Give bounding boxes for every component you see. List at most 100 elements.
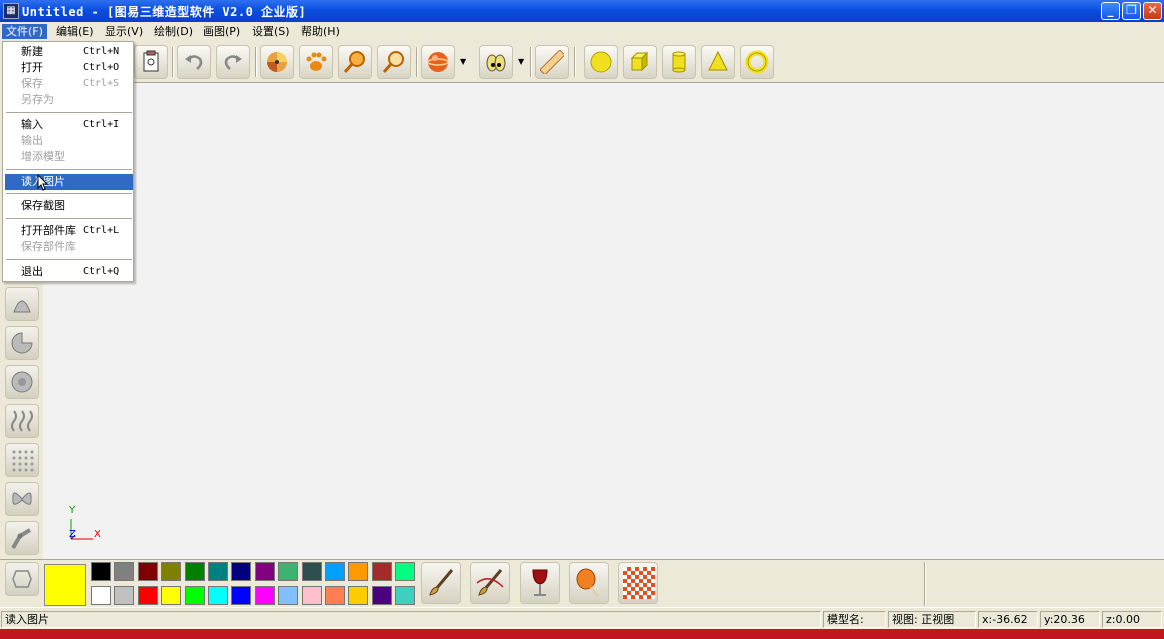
file-menu-item-label: 另存为 bbox=[21, 93, 54, 106]
color-swatch[interactable] bbox=[114, 586, 135, 605]
spring-tool-button[interactable] bbox=[5, 404, 39, 438]
file-menu-item-shortcut: Ctrl+Q bbox=[83, 266, 120, 277]
spring-icon bbox=[11, 410, 33, 432]
drumstick-icon bbox=[576, 568, 600, 598]
minimize-button[interactable]: _ bbox=[1101, 2, 1120, 20]
toolbar-separator bbox=[530, 47, 532, 77]
lasso-tool-button[interactable] bbox=[5, 562, 39, 596]
sphere-icon bbox=[590, 51, 612, 73]
file-menu-item[interactable]: 输入 Ctrl+I bbox=[5, 117, 133, 133]
zoom-in-icon bbox=[343, 51, 365, 73]
color-swatch[interactable] bbox=[114, 562, 135, 581]
view-button[interactable] bbox=[479, 45, 513, 79]
color-swatch[interactable] bbox=[254, 562, 275, 581]
sphere-button[interactable] bbox=[584, 45, 618, 79]
pie-tool-button[interactable] bbox=[5, 326, 39, 360]
color-swatch[interactable] bbox=[91, 586, 111, 605]
menu-file[interactable]: 文件(F) bbox=[2, 24, 47, 39]
file-menu-item[interactable]: 打开部件库 Ctrl+L bbox=[5, 223, 133, 239]
file-menu-item-shortcut: Ctrl+N bbox=[83, 46, 120, 57]
ruler-button[interactable] bbox=[535, 45, 569, 79]
texture-button[interactable] bbox=[618, 562, 658, 604]
color-swatch[interactable] bbox=[395, 562, 416, 581]
maximize-button[interactable]: ❐ bbox=[1122, 2, 1141, 20]
file-menu-item-label: 打开 bbox=[21, 61, 43, 74]
color-swatch[interactable] bbox=[161, 562, 182, 581]
file-menu-item-shortcut: Ctrl+O bbox=[83, 62, 120, 73]
cylinder-button[interactable] bbox=[662, 45, 696, 79]
color-swatch[interactable] bbox=[208, 586, 228, 605]
zoom-out-icon bbox=[382, 51, 404, 73]
close-button[interactable]: ✕ bbox=[1143, 2, 1162, 20]
color-swatch[interactable] bbox=[325, 562, 345, 581]
color-swatch[interactable] bbox=[161, 586, 182, 605]
menu-draw[interactable]: 绘制(D) bbox=[150, 24, 197, 39]
sphere-view-icon bbox=[427, 52, 449, 72]
wine-glass-icon bbox=[532, 569, 548, 596]
brush-tool-button[interactable] bbox=[421, 562, 461, 604]
color-swatch[interactable] bbox=[137, 562, 158, 581]
redo-button[interactable] bbox=[216, 45, 250, 79]
menu-separator bbox=[6, 112, 132, 113]
palette-separator bbox=[924, 562, 926, 606]
cone-button[interactable] bbox=[701, 45, 735, 79]
color-swatch[interactable] bbox=[325, 586, 345, 605]
color-swatch[interactable] bbox=[371, 562, 392, 581]
file-menu-item-label: 退出 bbox=[21, 265, 43, 278]
main-toolbar: ▼ ▼ bbox=[134, 41, 1164, 83]
color-swatch[interactable] bbox=[231, 586, 252, 605]
torus-button[interactable] bbox=[740, 45, 774, 79]
zoom-in-button[interactable] bbox=[338, 45, 372, 79]
file-menu-item-label: 输入 bbox=[21, 118, 43, 131]
disc-tool-button[interactable] bbox=[5, 365, 39, 399]
file-menu-item[interactable]: 保存截图 bbox=[5, 198, 133, 214]
color-swatch[interactable] bbox=[348, 586, 369, 605]
menu-settings[interactable]: 设置(S) bbox=[248, 24, 294, 39]
butterfly-tool-button[interactable] bbox=[5, 482, 39, 516]
zoom-out-button[interactable] bbox=[377, 45, 411, 79]
arm-tool-button[interactable] bbox=[5, 521, 39, 555]
color-swatch[interactable] bbox=[278, 586, 299, 605]
color-swatch[interactable] bbox=[301, 586, 322, 605]
menu-separator bbox=[6, 218, 132, 219]
file-menu-item[interactable]: 新建 Ctrl+N bbox=[5, 44, 133, 60]
file-menu-item[interactable]: 打开 Ctrl+O bbox=[5, 60, 133, 76]
menu-help[interactable]: 帮助(H) bbox=[297, 24, 344, 39]
file-menu-item-label: 保存 bbox=[21, 77, 43, 90]
brush-curve-button[interactable] bbox=[470, 562, 510, 604]
color-swatch[interactable] bbox=[91, 562, 111, 581]
rotate-button[interactable] bbox=[260, 45, 294, 79]
render-mode-button[interactable] bbox=[421, 45, 455, 79]
current-color-swatch[interactable] bbox=[44, 564, 86, 606]
color-swatch[interactable] bbox=[348, 562, 369, 581]
pan-button[interactable] bbox=[299, 45, 333, 79]
undo-button[interactable] bbox=[177, 45, 211, 79]
menu-view[interactable]: 显示(V) bbox=[101, 24, 147, 39]
color-swatch[interactable] bbox=[184, 562, 205, 581]
cube-button[interactable] bbox=[623, 45, 657, 79]
menu-paint[interactable]: 画图(P) bbox=[199, 24, 244, 39]
menu-edit[interactable]: 编辑(E) bbox=[52, 24, 98, 39]
mesh-tool-button[interactable] bbox=[5, 443, 39, 477]
lathe-tool-button[interactable] bbox=[5, 287, 39, 321]
color-swatch[interactable] bbox=[231, 562, 252, 581]
color-swatch[interactable] bbox=[395, 586, 416, 605]
file-menu-item-label: 新建 bbox=[21, 45, 43, 58]
color-swatch[interactable] bbox=[301, 562, 322, 581]
color-swatch[interactable] bbox=[371, 586, 392, 605]
color-swatch[interactable] bbox=[137, 586, 158, 605]
file-menu-item-label: 保存截图 bbox=[21, 199, 65, 212]
render-mode-dropdown[interactable]: ▼ bbox=[460, 58, 466, 66]
viewport-canvas[interactable]: Y Z X bbox=[43, 83, 1164, 559]
file-menu-item: 输出 bbox=[5, 133, 133, 149]
drumstick-button[interactable] bbox=[569, 562, 609, 604]
color-swatch[interactable] bbox=[278, 562, 299, 581]
color-swatch[interactable] bbox=[208, 562, 228, 581]
clipboard-button[interactable] bbox=[134, 45, 168, 79]
file-menu-item[interactable]: 退出 Ctrl+Q bbox=[5, 264, 133, 280]
color-swatch[interactable] bbox=[254, 586, 275, 605]
view-dropdown[interactable]: ▼ bbox=[518, 58, 524, 66]
color-swatch[interactable] bbox=[184, 586, 205, 605]
wine-glass-button[interactable] bbox=[520, 562, 560, 604]
file-menu-item[interactable]: 读入图片 bbox=[5, 174, 133, 190]
